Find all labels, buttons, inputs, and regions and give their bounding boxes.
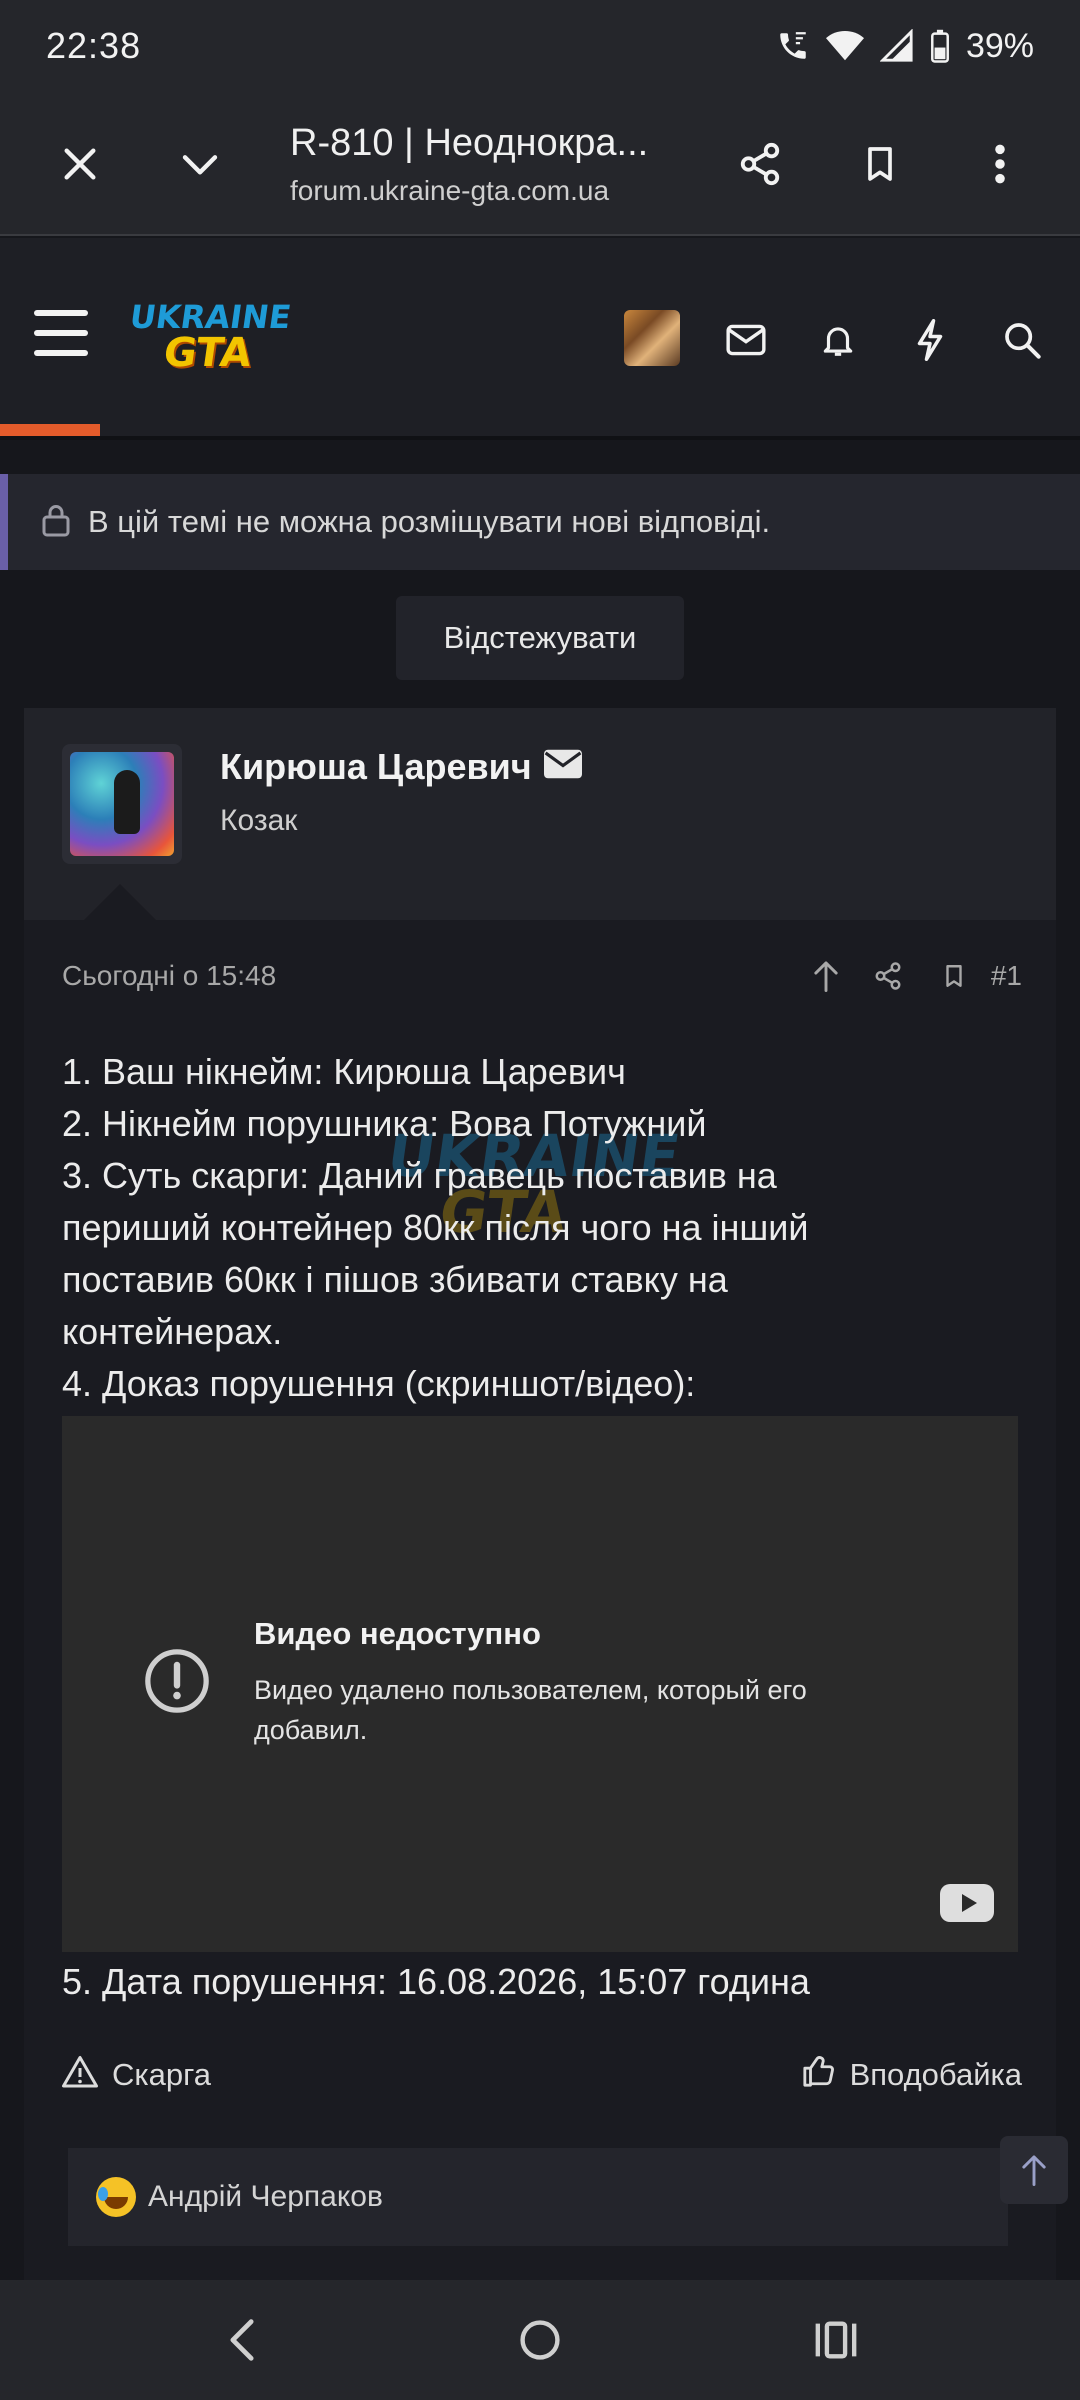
post-line: 3. Суть скарги: Даний гравець поставив н…	[62, 1155, 777, 1196]
watch-thread-button[interactable]: Відстежувати	[396, 596, 684, 680]
bell-icon[interactable]	[810, 312, 866, 368]
author-name: Кирюша Царевич	[220, 746, 532, 787]
post-actions: Скарга Вподобайка	[62, 2054, 1022, 2104]
post-author-header: Кирюша Царевич Козак	[24, 708, 1056, 920]
chevron-down-icon[interactable]	[166, 130, 234, 198]
author-rank: Козак	[220, 804, 298, 837]
post-body: 1. Ваш нікнейм: Кирюша Царевич 2. Нікней…	[62, 1046, 1022, 1410]
post-line: 4. Доказ порушення (скриншот/відео):	[62, 1363, 696, 1404]
status-icons: 39%	[776, 27, 1034, 66]
post-date[interactable]: Сьогодні о 15:48	[62, 960, 276, 992]
post-meta: Сьогодні о 15:48 #1	[62, 960, 1022, 1000]
lightning-icon[interactable]	[902, 312, 958, 368]
site-header: UKRAINE GTA	[0, 238, 1080, 440]
menu-icon[interactable]	[34, 310, 88, 358]
back-icon[interactable]	[212, 2310, 272, 2370]
page-title-area[interactable]: R-810 | Неоднокра... forum.ukraine-gta.c…	[290, 122, 690, 207]
warning-icon	[62, 2054, 98, 2096]
user-avatar-thumb[interactable]	[624, 310, 680, 366]
post-line: поставив 60кк і пішов збивати ставку на	[62, 1259, 728, 1300]
page-progress-bar	[0, 424, 100, 436]
page-title: R-810 | Неоднокра...	[290, 122, 649, 164]
locked-thread-notice: В цій темі не можна розміщувати нові від…	[0, 474, 1080, 570]
mail-icon[interactable]	[718, 312, 774, 368]
post-line: 1. Ваш нікнейм: Кирюша Царевич	[62, 1051, 626, 1092]
page-url: forum.ukraine-gta.com.ua	[290, 175, 610, 206]
lock-icon	[40, 502, 72, 543]
post-line: периший контейнер 80кк після чого на інш…	[62, 1207, 809, 1248]
embedded-video[interactable]: Видео недоступно Видео удалено пользоват…	[62, 1416, 1018, 1952]
envelope-icon[interactable]	[543, 746, 582, 788]
arrow-up-icon[interactable]	[806, 956, 846, 996]
bookmark-icon[interactable]	[934, 956, 974, 996]
video-unavailable-description: Видео удалено пользователем, который его…	[254, 1675, 807, 1745]
wifi-icon	[825, 29, 864, 63]
rofl-emoji-icon	[96, 2177, 136, 2217]
bookmark-icon[interactable]	[846, 130, 914, 198]
post-line: 5. Дата порушення: 16.08.2026, 15:07 год…	[62, 1961, 810, 2002]
home-icon[interactable]	[510, 2310, 570, 2370]
signal-icon	[879, 29, 914, 63]
recents-icon[interactable]	[806, 2310, 866, 2370]
scroll-to-top-button[interactable]	[1000, 2136, 1068, 2204]
report-button[interactable]: Скарга	[62, 2054, 211, 2096]
alert-circle-icon	[142, 1646, 212, 1716]
close-icon[interactable]	[46, 130, 114, 198]
author-avatar[interactable]	[62, 744, 182, 864]
site-logo[interactable]: UKRAINE GTA	[127, 298, 293, 380]
system-nav-bar	[0, 2280, 1080, 2400]
search-icon[interactable]	[994, 312, 1050, 368]
share-icon[interactable]	[868, 956, 908, 996]
post-number[interactable]: #1	[991, 960, 1022, 992]
like-button[interactable]: Вподобайка	[802, 2054, 1022, 2096]
video-unavailable-title: Видео недоступно	[254, 1616, 541, 1651]
share-icon[interactable]	[726, 130, 794, 198]
locked-notice-text: В цій темі не можна розміщувати нові від…	[88, 504, 771, 539]
browser-toolbar: R-810 | Неоднокра... forum.ukraine-gta.c…	[0, 92, 1080, 236]
youtube-icon[interactable]	[940, 1884, 994, 1922]
author-name-row[interactable]: Кирюша Царевич	[220, 746, 582, 788]
status-bar: 22:38 39%	[0, 0, 1080, 92]
more-vert-icon[interactable]	[966, 130, 1034, 198]
wifi-call-icon	[776, 29, 810, 63]
header-pointer	[84, 884, 156, 920]
post-card: Кирюша Царевич Козак Сьогодні о 15:48 #1…	[24, 708, 1056, 2288]
reactions-bar[interactable]: Андрій Черпаков	[68, 2148, 1008, 2246]
thumbs-up-icon	[802, 2054, 836, 2096]
post-line: контейнерах.	[62, 1311, 283, 1352]
battery-icon	[930, 29, 950, 63]
reaction-user[interactable]: Андрій Черпаков	[148, 2180, 383, 2214]
post-line: 2. Нікнейм порушника: Вова Потужний	[62, 1103, 707, 1144]
status-time: 22:38	[46, 25, 142, 66]
battery-percent: 39%	[965, 26, 1034, 65]
